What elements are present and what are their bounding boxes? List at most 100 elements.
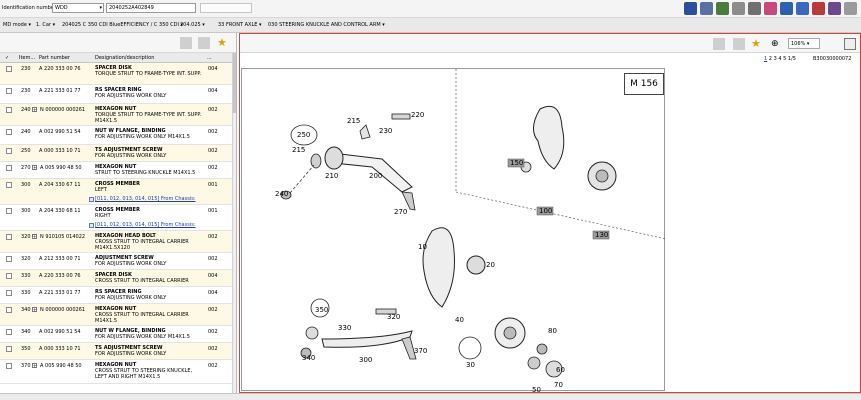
- table-row[interactable]: 300 A 204 330 67 11 CROSS MEMBER LEFT 001…: [0, 179, 233, 205]
- expand-icon[interactable]: +: [32, 363, 37, 368]
- table-row[interactable]: 300 A 204 330 68 11 CROSS MEMBER RIGHT 00…: [0, 205, 233, 231]
- eraser-icon[interactable]: [764, 2, 777, 15]
- callout-60[interactable]: 60: [556, 366, 565, 374]
- table-row[interactable]: 230 A 221 333 01 77 RS SPACER RING FOR AD…: [0, 85, 233, 104]
- callout-240[interactable]: 240: [275, 190, 288, 198]
- scrollbar-thumb[interactable]: [233, 53, 236, 113]
- edit-note-icon[interactable]: [700, 2, 713, 15]
- page-link-4[interactable]: 4: [778, 56, 781, 62]
- callout-215-left[interactable]: 215: [292, 146, 305, 154]
- breadcrumb-code[interactable]: 204.025 ▾: [180, 22, 205, 28]
- mail-icon[interactable]: [812, 2, 825, 15]
- callout-150[interactable]: 150: [510, 159, 523, 167]
- breadcrumb-model[interactable]: 204025 C 350 CDI BlueEFFICIENCY / C 350 …: [62, 22, 183, 28]
- callout-210[interactable]: 210: [325, 172, 338, 180]
- table-row[interactable]: 320 A 212 333 00 71 ADJUSTMENT SCREW FOR …: [0, 253, 233, 270]
- row-checkbox[interactable]: [6, 329, 12, 335]
- row-checkbox[interactable]: [6, 234, 12, 240]
- row-checkbox[interactable]: [6, 148, 12, 154]
- row-checkbox[interactable]: [6, 256, 12, 262]
- row-checkbox[interactable]: [6, 182, 12, 188]
- page-link-2[interactable]: 2: [769, 56, 772, 62]
- row-checkbox[interactable]: [6, 346, 12, 352]
- row-checkbox[interactable]: [6, 208, 12, 214]
- edit-icon[interactable]: [198, 37, 210, 49]
- chassis-footnote-link[interactable]: [011, 012, 013, 014, 015] From Chassis:: [95, 222, 196, 228]
- table-row[interactable]: 330 A 221 333 01 77 RS SPACER RING FOR AD…: [0, 287, 233, 304]
- breadcrumb-subgroup[interactable]: 030 STEERING KNUCKLE AND CONTROL ARM ▾: [268, 22, 385, 28]
- expand-icon[interactable]: +: [32, 165, 37, 170]
- page-link-5[interactable]: 5: [783, 56, 786, 62]
- callout-215-top[interactable]: 215: [347, 117, 360, 125]
- zoom-select[interactable]: 106% ▾: [788, 38, 820, 49]
- table-row[interactable]: 320 + N 910105 014022 HEXAGON HEAD BOLT C…: [0, 231, 233, 253]
- table-row[interactable]: 340 A 002 990 51 54 NUT W FLANGE, BINDIN…: [0, 326, 233, 343]
- table-row[interactable]: 250 A 000 333 10 71 TS ADJUSTMENT SCREW F…: [0, 145, 233, 162]
- callout-230-upper[interactable]: 230: [379, 127, 392, 135]
- chassis-footnote-link[interactable]: [011, 012, 013, 014, 015] From Chassis:: [95, 196, 196, 202]
- row-checkbox[interactable]: [6, 88, 12, 94]
- callout-130[interactable]: 130: [595, 231, 608, 239]
- callout-340[interactable]: 340: [302, 354, 315, 362]
- callout-20[interactable]: 20: [486, 261, 495, 269]
- column-quantity[interactable]: ...: [207, 55, 212, 61]
- callout-100[interactable]: 100: [539, 207, 552, 215]
- copy-icon[interactable]: [180, 37, 192, 49]
- callout-70[interactable]: 70: [554, 381, 563, 389]
- callout-200[interactable]: 200: [369, 172, 382, 180]
- table-row[interactable]: 240 + N 000000 000261 HEXAGON NUT TORQUE …: [0, 104, 233, 126]
- page-link-3[interactable]: 3: [774, 56, 777, 62]
- column-item[interactable]: Item...: [19, 55, 35, 61]
- star-icon[interactable]: ★: [217, 37, 229, 49]
- breadcrumb-group[interactable]: 33 FRONT AXLE ▾: [218, 22, 262, 28]
- table-row[interactable]: 270 + A 005 990 48 50 HEXAGON NUT STRUT T…: [0, 162, 233, 179]
- shopping-basket-icon[interactable]: [684, 2, 697, 15]
- column-designation[interactable]: Designation/description: [95, 55, 154, 61]
- callout-250[interactable]: 250: [297, 131, 310, 139]
- book-icon[interactable]: [780, 2, 793, 15]
- callout-220[interactable]: 220: [411, 111, 424, 119]
- table-row[interactable]: 340 + N 000000 000261 HEXAGON NUT CROSS S…: [0, 304, 233, 326]
- vehicle-type-select[interactable]: WDD ▾: [52, 3, 104, 13]
- expand-icon[interactable]: +: [32, 234, 37, 239]
- row-checkbox[interactable]: [6, 273, 12, 279]
- callout-80[interactable]: 80: [548, 327, 557, 335]
- row-checkbox[interactable]: [6, 129, 12, 135]
- callout-30[interactable]: 30: [466, 361, 475, 369]
- callout-320[interactable]: 320: [387, 313, 400, 321]
- column-part-number[interactable]: Part number: [39, 55, 70, 61]
- callout-10[interactable]: 10: [418, 243, 427, 251]
- table-row[interactable]: 240 A 002 990 51 54 NUT W FLANGE, BINDIN…: [0, 126, 233, 145]
- row-checkbox[interactable]: [6, 165, 12, 171]
- print-icon[interactable]: [748, 2, 761, 15]
- row-checkbox[interactable]: [6, 107, 12, 113]
- select-all-checkbox[interactable]: ✓: [5, 55, 9, 61]
- parts-list-scrollbar[interactable]: [232, 53, 236, 400]
- callout-350[interactable]: 350: [315, 306, 328, 314]
- breadcrumb-mode[interactable]: MD mode ▾: [3, 22, 31, 28]
- callout-40[interactable]: 40: [455, 316, 464, 324]
- table-row[interactable]: 330 A 220 333 00 76 SPACER DISK CROSS STR…: [0, 270, 233, 287]
- table-row[interactable]: 350 A 000 333 10 71 TS ADJUSTMENT SCREW F…: [0, 343, 233, 360]
- callout-370[interactable]: 370: [414, 347, 427, 355]
- expand-icon[interactable]: +: [32, 107, 37, 112]
- vin-input[interactable]: 2040252A402849: [106, 3, 196, 13]
- row-checkbox[interactable]: [6, 307, 12, 313]
- row-checkbox[interactable]: [6, 66, 12, 72]
- zoom-in-icon[interactable]: ⊕: [771, 38, 783, 50]
- fit-page-icon[interactable]: [733, 38, 745, 50]
- row-checkbox[interactable]: [6, 363, 12, 369]
- row-checkbox[interactable]: [6, 290, 12, 296]
- callout-330[interactable]: 330: [338, 324, 351, 332]
- edit-icon[interactable]: [713, 38, 725, 50]
- table-row[interactable]: 370 + A 005 990 48 50 HEXAGON NUT CROSS S…: [0, 360, 233, 384]
- building-icon[interactable]: [828, 2, 841, 15]
- info-icon[interactable]: [796, 2, 809, 15]
- vin-suffix-field[interactable]: [200, 3, 252, 13]
- expand-icon[interactable]: +: [32, 307, 37, 312]
- exit-icon[interactable]: [844, 2, 857, 15]
- document-icon[interactable]: [732, 2, 745, 15]
- table-row[interactable]: 230 A 220 333 00 76 SPACER DISK TORQUE ST…: [0, 63, 233, 85]
- star-icon[interactable]: ★: [751, 38, 763, 50]
- fullscreen-icon[interactable]: [844, 38, 856, 50]
